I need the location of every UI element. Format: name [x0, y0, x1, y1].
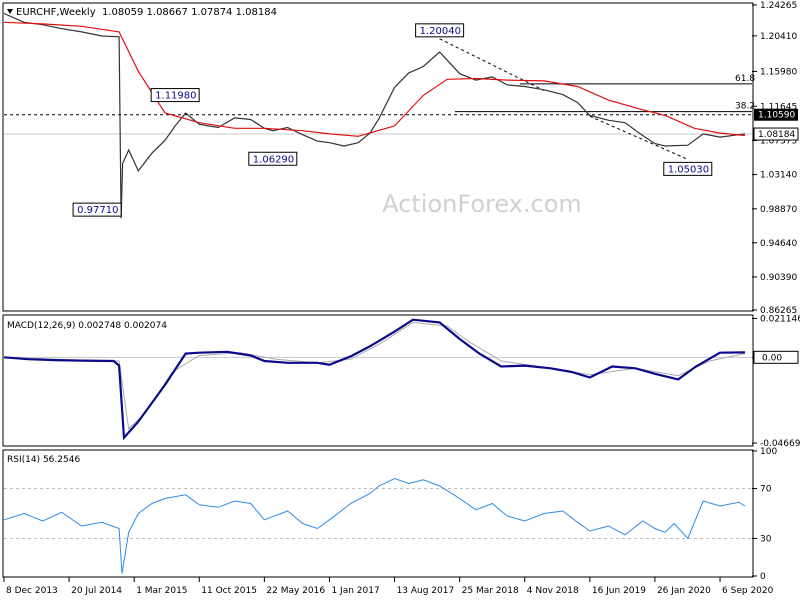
level-price-label: 1.10590: [758, 111, 795, 121]
x-tick-label: 6 Sep 2020: [722, 586, 774, 596]
rsi-y-tick-label: 30: [760, 535, 772, 545]
x-tick-label: 8 Dec 2013: [6, 586, 58, 596]
x-tick-label: 1 Mar 2015: [136, 586, 187, 596]
x-tick-label: 13 Aug 2017: [397, 586, 455, 596]
annotation-label: 1.05030: [668, 164, 709, 175]
rsi-title: RSI(14) 56.2546: [7, 455, 80, 465]
price-y-tick-label: 0.98870: [760, 205, 797, 215]
rsi-y-tick-label: 70: [760, 485, 772, 495]
rsi-y-tick-label: 100: [760, 447, 777, 457]
price-y-tick-label: 0.90390: [760, 273, 797, 283]
x-tick-label: 26 Jan 2020: [657, 586, 711, 596]
annotation-label: 1.06290: [253, 154, 294, 165]
price-y-tick-label: 1.24265: [760, 1, 797, 11]
price-ohlc: 1.08059 1.08667 1.07874 1.08184: [102, 7, 277, 18]
x-tick-label: 16 Jun 2019: [592, 586, 646, 596]
annotation-label: 1.20040: [420, 26, 461, 37]
watermark-text: ActionForex.com: [382, 190, 582, 218]
last-price-label: 1.08184: [758, 130, 795, 140]
price-title: EURCHF,Weekly: [16, 7, 96, 18]
price-y-tick-label: 1.20410: [760, 32, 797, 42]
x-tick-label: 22 May 2016: [266, 586, 325, 596]
x-tick-label: 20 Jul 2014: [71, 586, 122, 596]
rsi-y-tick-label: 0: [760, 572, 766, 582]
price-y-tick-label: 0.94640: [760, 239, 797, 249]
macd-y-tick-label: 0.021146: [760, 314, 800, 324]
annotation-label: 0.97710: [77, 205, 118, 216]
price-y-tick-label: 1.03140: [760, 171, 797, 181]
eurchf-weekly-chart: ActionForex.com EURCHF,Weekly 1.08059 1.…: [0, 0, 800, 600]
macd-last-label: 0.00: [762, 353, 782, 363]
fib-618-label: 61.8: [735, 74, 755, 84]
annotation-label: 1.11980: [155, 91, 196, 102]
x-tick-label: 25 Mar 2018: [462, 586, 519, 596]
x-tick-label: 4 Nov 2018: [527, 586, 579, 596]
price-y-tick-label: 1.15980: [760, 67, 797, 77]
x-tick-label: 1 Jan 2017: [331, 586, 379, 596]
x-tick-label: 11 Oct 2015: [201, 586, 257, 596]
macd-title: MACD(12,26,9) 0.002748 0.002074: [7, 321, 167, 331]
fib-382-label: 38.2: [735, 102, 755, 112]
